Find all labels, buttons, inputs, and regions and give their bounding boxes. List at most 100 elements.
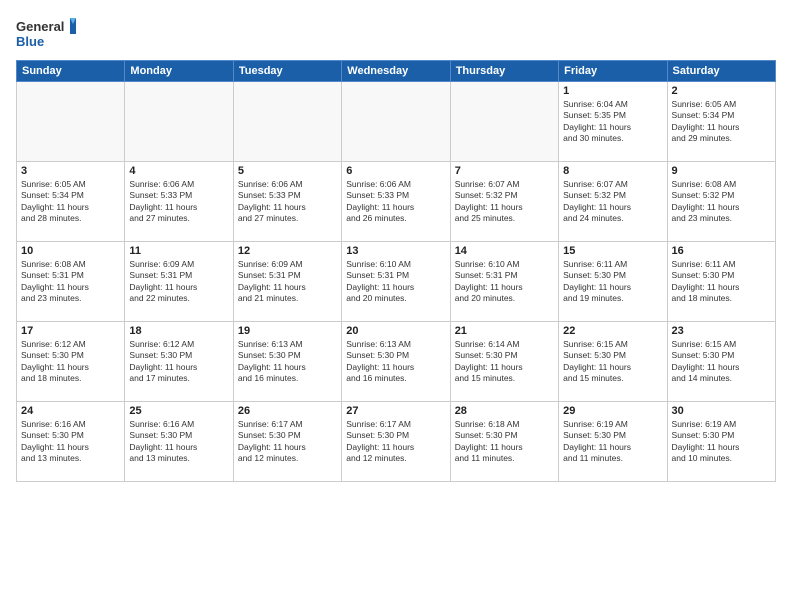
day-info: Sunrise: 6:05 AMSunset: 5:34 PMDaylight:… xyxy=(672,99,771,145)
day-info: Sunrise: 6:04 AMSunset: 5:35 PMDaylight:… xyxy=(563,99,662,145)
day-number: 2 xyxy=(672,85,771,97)
calendar-cell xyxy=(233,82,341,162)
calendar-week-2: 3 Sunrise: 6:05 AMSunset: 5:34 PMDaylight… xyxy=(17,162,776,242)
day-info: Sunrise: 6:05 AMSunset: 5:34 PMDaylight:… xyxy=(21,179,120,225)
weekday-header-tuesday: Tuesday xyxy=(233,61,341,82)
day-number: 28 xyxy=(455,405,554,417)
weekday-header-wednesday: Wednesday xyxy=(342,61,450,82)
calendar-cell: 4Sunrise: 6:06 AMSunset: 5:33 PMDaylight… xyxy=(125,162,233,242)
day-number: 7 xyxy=(455,165,554,177)
calendar-cell: 2 Sunrise: 6:05 AMSunset: 5:34 PMDaylight… xyxy=(667,82,775,162)
day-number: 22 xyxy=(563,325,662,337)
day-info: Sunrise: 6:07 AMSunset: 5:32 PMDaylight:… xyxy=(455,179,554,225)
day-number: 3 xyxy=(21,165,120,177)
day-number: 17 xyxy=(21,325,120,337)
calendar-cell: 23Sunrise: 6:15 AMSunset: 5:30 PMDayligh… xyxy=(667,322,775,402)
day-info: Sunrise: 6:10 AMSunset: 5:31 PMDaylight:… xyxy=(346,259,445,305)
day-info: Sunrise: 6:06 AMSunset: 5:33 PMDaylight:… xyxy=(238,179,337,225)
day-info: Sunrise: 6:18 AMSunset: 5:30 PMDaylight:… xyxy=(455,419,554,465)
calendar-cell: 3 Sunrise: 6:05 AMSunset: 5:34 PMDaylight… xyxy=(17,162,125,242)
day-number: 13 xyxy=(346,245,445,257)
day-info: Sunrise: 6:12 AMSunset: 5:30 PMDaylight:… xyxy=(129,339,228,385)
day-info: Sunrise: 6:14 AMSunset: 5:30 PMDaylight:… xyxy=(455,339,554,385)
calendar-cell: 15 Sunrise: 6:11 AMSunset: 5:30 PMDayligh… xyxy=(559,242,667,322)
day-info: Sunrise: 6:06 AMSunset: 5:33 PMDaylight:… xyxy=(346,179,445,225)
calendar-cell: 22 Sunrise: 6:15 AMSunset: 5:30 PMDayligh… xyxy=(559,322,667,402)
day-info: Sunrise: 6:08 AMSunset: 5:31 PMDaylight:… xyxy=(21,259,120,305)
day-info: Sunrise: 6:16 AMSunset: 5:30 PMDaylight:… xyxy=(21,419,120,465)
day-number: 20 xyxy=(346,325,445,337)
calendar-cell: 19Sunrise: 6:13 AMSunset: 5:30 PMDayligh… xyxy=(233,322,341,402)
header: General Blue xyxy=(16,12,776,52)
calendar-cell xyxy=(342,82,450,162)
day-info: Sunrise: 6:12 AMSunset: 5:30 PMDaylight:… xyxy=(21,339,120,385)
calendar-cell: 20Sunrise: 6:13 AMSunset: 5:30 PMDayligh… xyxy=(342,322,450,402)
day-number: 26 xyxy=(238,405,337,417)
calendar-cell: 8 Sunrise: 6:07 AMSunset: 5:32 PMDaylight… xyxy=(559,162,667,242)
calendar-cell: 27 Sunrise: 6:17 AMSunset: 5:30 PMDayligh… xyxy=(342,402,450,482)
calendar-cell: 14 Sunrise: 6:10 AMSunset: 5:31 PMDayligh… xyxy=(450,242,558,322)
day-info: Sunrise: 6:09 AMSunset: 5:31 PMDaylight:… xyxy=(238,259,337,305)
calendar-cell: 12 Sunrise: 6:09 AMSunset: 5:31 PMDayligh… xyxy=(233,242,341,322)
day-info: Sunrise: 6:15 AMSunset: 5:30 PMDaylight:… xyxy=(563,339,662,385)
day-info: Sunrise: 6:17 AMSunset: 5:30 PMDaylight:… xyxy=(238,419,337,465)
calendar-cell: 17 Sunrise: 6:12 AMSunset: 5:30 PMDayligh… xyxy=(17,322,125,402)
svg-text:Blue: Blue xyxy=(16,34,44,49)
day-info: Sunrise: 6:08 AMSunset: 5:32 PMDaylight:… xyxy=(672,179,771,225)
day-info: Sunrise: 6:15 AMSunset: 5:30 PMDaylight:… xyxy=(672,339,771,385)
day-number: 5 xyxy=(238,165,337,177)
day-info: Sunrise: 6:10 AMSunset: 5:31 PMDaylight:… xyxy=(455,259,554,305)
calendar-cell: 9 Sunrise: 6:08 AMSunset: 5:32 PMDaylight… xyxy=(667,162,775,242)
calendar-cell: 13 Sunrise: 6:10 AMSunset: 5:31 PMDayligh… xyxy=(342,242,450,322)
calendar-cell: 11 Sunrise: 6:09 AMSunset: 5:31 PMDayligh… xyxy=(125,242,233,322)
day-info: Sunrise: 6:11 AMSunset: 5:30 PMDaylight:… xyxy=(563,259,662,305)
calendar-cell: 29Sunrise: 6:19 AMSunset: 5:30 PMDayligh… xyxy=(559,402,667,482)
weekday-header-thursday: Thursday xyxy=(450,61,558,82)
day-number: 9 xyxy=(672,165,771,177)
day-info: Sunrise: 6:13 AMSunset: 5:30 PMDaylight:… xyxy=(238,339,337,385)
day-number: 8 xyxy=(563,165,662,177)
day-number: 11 xyxy=(129,245,228,257)
calendar-cell: 1 Sunrise: 6:04 AMSunset: 5:35 PMDaylight… xyxy=(559,82,667,162)
day-number: 6 xyxy=(346,165,445,177)
svg-text:General: General xyxy=(16,19,64,34)
calendar-week-5: 24 Sunrise: 6:16 AMSunset: 5:30 PMDayligh… xyxy=(17,402,776,482)
day-number: 16 xyxy=(672,245,771,257)
day-number: 12 xyxy=(238,245,337,257)
calendar-cell: 18Sunrise: 6:12 AMSunset: 5:30 PMDayligh… xyxy=(125,322,233,402)
day-info: Sunrise: 6:11 AMSunset: 5:30 PMDaylight:… xyxy=(672,259,771,305)
day-number: 15 xyxy=(563,245,662,257)
weekday-header-friday: Friday xyxy=(559,61,667,82)
weekday-header-saturday: Saturday xyxy=(667,61,775,82)
calendar-cell: 7 Sunrise: 6:07 AMSunset: 5:32 PMDaylight… xyxy=(450,162,558,242)
calendar-cell xyxy=(450,82,558,162)
calendar-cell: 30Sunrise: 6:19 AMSunset: 5:30 PMDayligh… xyxy=(667,402,775,482)
day-info: Sunrise: 6:07 AMSunset: 5:32 PMDaylight:… xyxy=(563,179,662,225)
calendar-table: SundayMondayTuesdayWednesdayThursdayFrid… xyxy=(16,60,776,482)
day-number: 14 xyxy=(455,245,554,257)
logo-svg: General Blue xyxy=(16,16,76,52)
calendar-week-4: 17 Sunrise: 6:12 AMSunset: 5:30 PMDayligh… xyxy=(17,322,776,402)
calendar-body: 1 Sunrise: 6:04 AMSunset: 5:35 PMDaylight… xyxy=(17,82,776,482)
day-number: 10 xyxy=(21,245,120,257)
calendar-header: SundayMondayTuesdayWednesdayThursdayFrid… xyxy=(17,61,776,82)
day-info: Sunrise: 6:17 AMSunset: 5:30 PMDaylight:… xyxy=(346,419,445,465)
day-number: 24 xyxy=(21,405,120,417)
calendar-cell: 25Sunrise: 6:16 AMSunset: 5:30 PMDayligh… xyxy=(125,402,233,482)
day-number: 30 xyxy=(672,405,771,417)
day-info: Sunrise: 6:06 AMSunset: 5:33 PMDaylight:… xyxy=(129,179,228,225)
calendar-cell xyxy=(17,82,125,162)
calendar-cell: 5 Sunrise: 6:06 AMSunset: 5:33 PMDaylight… xyxy=(233,162,341,242)
calendar-cell xyxy=(125,82,233,162)
day-number: 27 xyxy=(346,405,445,417)
calendar-cell: 24 Sunrise: 6:16 AMSunset: 5:30 PMDayligh… xyxy=(17,402,125,482)
weekday-header-sunday: Sunday xyxy=(17,61,125,82)
weekday-header-row: SundayMondayTuesdayWednesdayThursdayFrid… xyxy=(17,61,776,82)
calendar-week-3: 10 Sunrise: 6:08 AMSunset: 5:31 PMDayligh… xyxy=(17,242,776,322)
day-number: 1 xyxy=(563,85,662,97)
calendar-week-1: 1 Sunrise: 6:04 AMSunset: 5:35 PMDaylight… xyxy=(17,82,776,162)
day-info: Sunrise: 6:09 AMSunset: 5:31 PMDaylight:… xyxy=(129,259,228,305)
calendar-cell: 26 Sunrise: 6:17 AMSunset: 5:30 PMDayligh… xyxy=(233,402,341,482)
calendar-cell: 28 Sunrise: 6:18 AMSunset: 5:30 PMDayligh… xyxy=(450,402,558,482)
day-info: Sunrise: 6:16 AMSunset: 5:30 PMDaylight:… xyxy=(129,419,228,465)
